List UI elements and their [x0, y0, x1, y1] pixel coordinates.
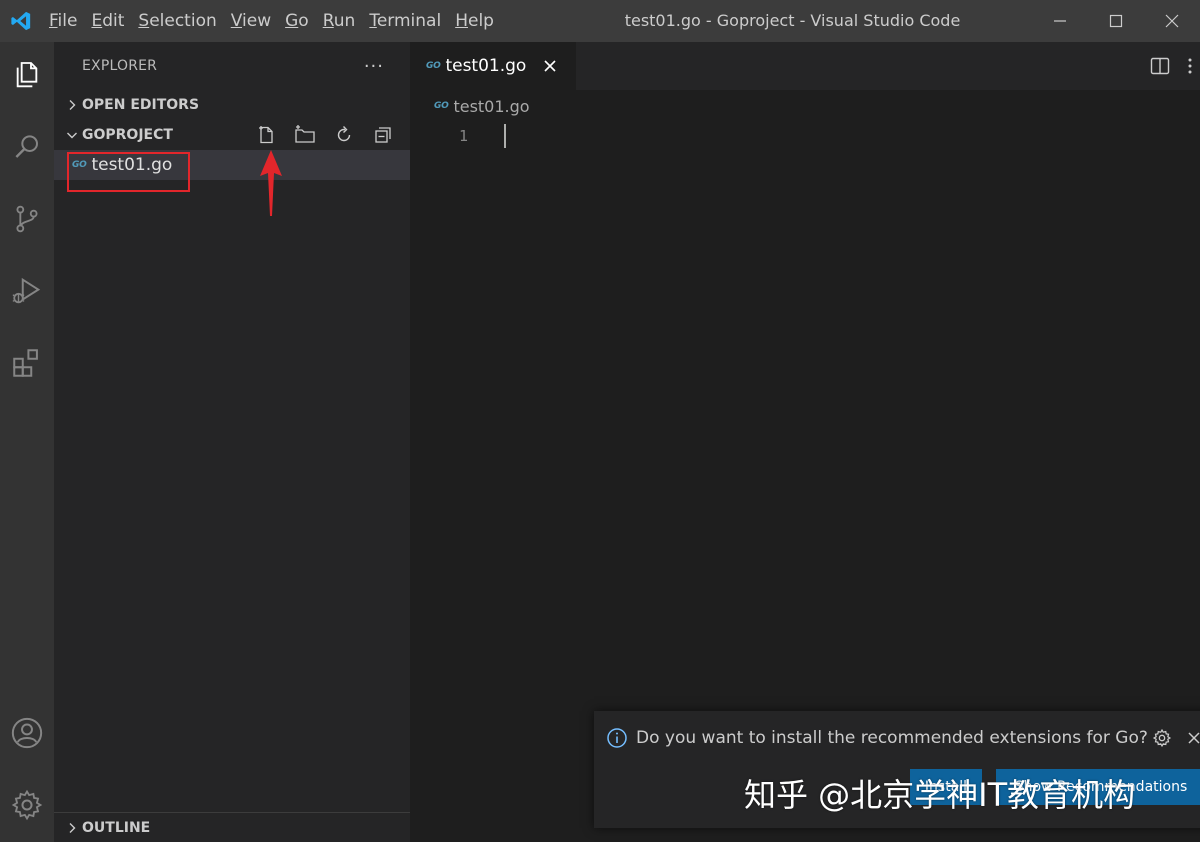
- account-icon: [11, 717, 43, 749]
- run-debug-icon: [12, 277, 41, 304]
- collapse-all-button[interactable]: [363, 120, 402, 150]
- accounts-activity[interactable]: [0, 706, 54, 760]
- gear-icon: [11, 789, 43, 821]
- chevron-right-icon: [62, 90, 82, 120]
- refresh-button[interactable]: [324, 120, 363, 150]
- show-recommendations-button[interactable]: Show Recommendations: [996, 769, 1200, 805]
- explorer-sidebar: EXPLORER ··· OPEN EDITORS GOPROJECT GO t…: [54, 42, 410, 842]
- explorer-activity[interactable]: [0, 48, 54, 102]
- menu-selection[interactable]: Selection: [131, 0, 223, 42]
- manage-activity[interactable]: [0, 778, 54, 832]
- open-editors-label: OPEN EDITORS: [82, 97, 200, 113]
- tab-label: test01.go: [445, 56, 527, 76]
- menu-help[interactable]: Help: [448, 0, 501, 42]
- editor-tabs: GO test01.go: [410, 42, 1200, 90]
- gear-icon: [1152, 728, 1172, 748]
- maximize-icon: [1109, 14, 1123, 28]
- go-file-icon: GO: [434, 101, 449, 111]
- split-editor-icon: [1150, 57, 1170, 75]
- outline-label: OUTLINE: [82, 820, 151, 836]
- new-file-button[interactable]: [246, 120, 285, 150]
- install-button[interactable]: Install: [910, 769, 982, 805]
- go-file-icon: GO: [72, 160, 87, 170]
- more-actions-button[interactable]: ···: [364, 56, 384, 77]
- explorer-title: EXPLORER: [82, 58, 158, 74]
- menu-file[interactable]: File: [42, 0, 84, 42]
- collapse-all-icon: [374, 127, 391, 143]
- more-icon: [1188, 58, 1192, 74]
- new-folder-button[interactable]: [285, 120, 324, 150]
- menu-edit[interactable]: Edit: [84, 0, 131, 42]
- close-window-button[interactable]: [1144, 0, 1200, 42]
- new-file-icon: [258, 126, 273, 144]
- extensions-activity[interactable]: [0, 336, 54, 390]
- refresh-icon: [337, 126, 350, 142]
- extension-notification: Do you want to install the recommended e…: [594, 711, 1200, 828]
- notification-text: Do you want to install the recommended e…: [636, 728, 1148, 748]
- menu-run[interactable]: Run: [316, 0, 363, 42]
- close-icon: [1165, 14, 1179, 28]
- minimize-icon: [1054, 20, 1066, 22]
- title-bar: File Edit Selection View Go Run Terminal…: [0, 0, 1200, 42]
- goproject-label: GOPROJECT: [82, 127, 173, 143]
- menu-bar: File Edit Selection View Go Run Terminal…: [42, 0, 501, 42]
- minimize-button[interactable]: [1032, 0, 1088, 42]
- window-controls: [1032, 0, 1200, 42]
- line-number: 1: [458, 127, 468, 145]
- search-icon: [15, 135, 38, 158]
- close-icon: [1188, 732, 1200, 744]
- files-icon: [16, 62, 38, 88]
- text-cursor: [504, 124, 506, 148]
- info-icon: [607, 728, 627, 748]
- source-control-activity[interactable]: [0, 192, 54, 246]
- chevron-down-icon: [62, 120, 82, 150]
- split-editor-button[interactable]: [1140, 42, 1180, 90]
- extensions-icon: [13, 349, 38, 377]
- menu-go[interactable]: Go: [278, 0, 316, 42]
- open-editors-section[interactable]: OPEN EDITORS: [54, 90, 410, 120]
- close-icon: [544, 60, 556, 72]
- activity-bar: [0, 42, 54, 842]
- tab-test01-go[interactable]: GO test01.go: [410, 42, 576, 90]
- notification-message: Do you want to install the recommended e…: [606, 727, 1148, 749]
- menu-terminal[interactable]: Terminal: [362, 0, 448, 42]
- file-item-test01[interactable]: GO test01.go: [54, 150, 410, 180]
- new-folder-icon: [294, 125, 315, 143]
- editor-more-button[interactable]: [1180, 42, 1200, 90]
- run-debug-activity[interactable]: [0, 264, 54, 318]
- menu-view[interactable]: View: [224, 0, 278, 42]
- chevron-right-icon: [62, 813, 82, 842]
- close-tab-button[interactable]: [540, 56, 560, 76]
- goproject-section[interactable]: GOPROJECT: [54, 120, 410, 150]
- file-name-label: test01.go: [91, 155, 173, 175]
- outline-section[interactable]: OUTLINE: [54, 812, 410, 842]
- breadcrumb-file: test01.go: [453, 96, 530, 116]
- notification-settings-button[interactable]: [1150, 726, 1174, 750]
- notification-close-button[interactable]: [1182, 726, 1200, 750]
- explorer-header: EXPLORER ···: [54, 42, 410, 90]
- breadcrumb[interactable]: GO test01.go: [410, 92, 530, 120]
- editor-actions: [1140, 42, 1200, 90]
- source-control-icon: [16, 205, 38, 233]
- project-actions: [246, 120, 410, 150]
- maximize-button[interactable]: [1088, 0, 1144, 42]
- vscode-logo-icon: [0, 0, 42, 42]
- search-activity[interactable]: [0, 120, 54, 174]
- go-file-icon: GO: [426, 61, 441, 71]
